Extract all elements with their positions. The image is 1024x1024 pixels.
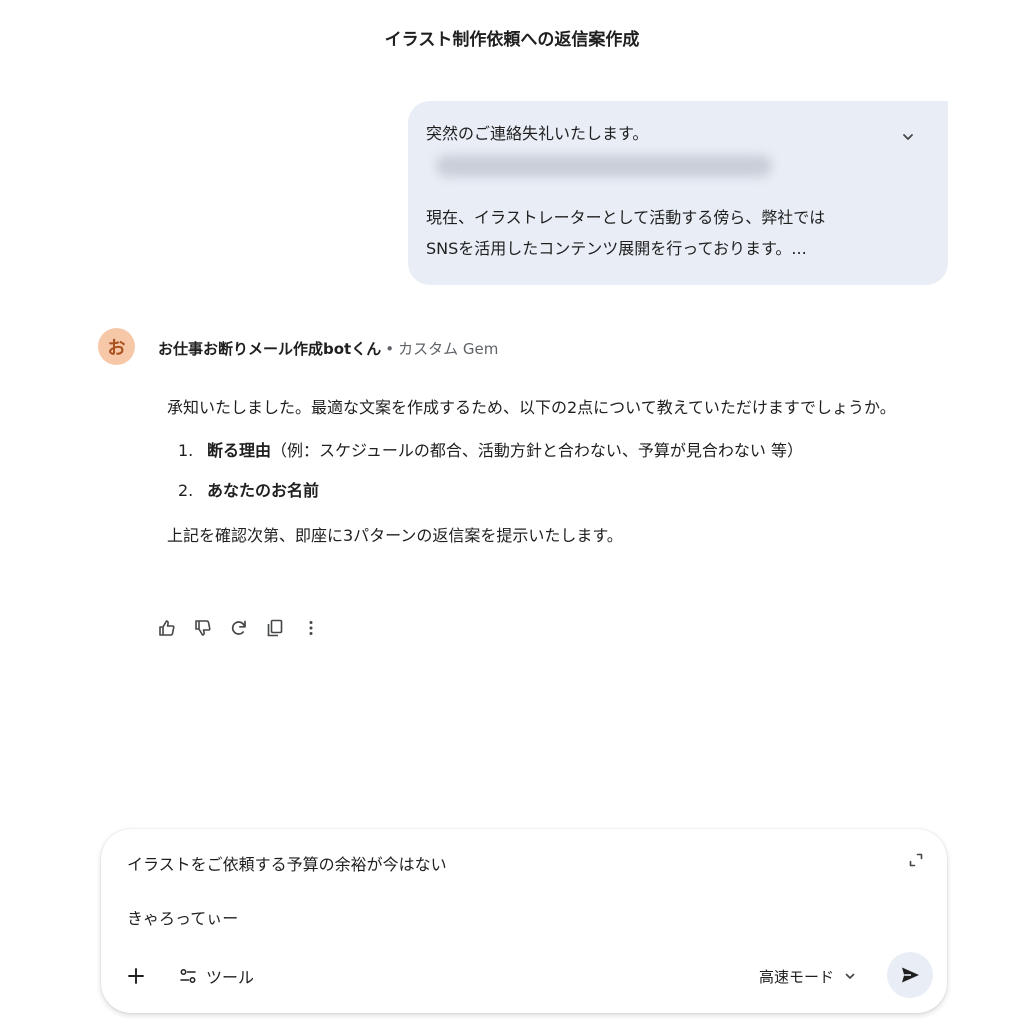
- response-closing: 上記を確認次第、即座に3パターンの返信案を提示いたします。: [167, 526, 623, 545]
- response-actions: [156, 617, 322, 639]
- bot-separator: •: [385, 340, 395, 358]
- expand-icon: [909, 853, 923, 867]
- tools-icon: [180, 969, 196, 983]
- more-options-button[interactable]: [300, 617, 322, 639]
- user-message-line: 突然のご連絡失礼いたします。: [426, 124, 649, 143]
- list-item: 2. あなたのお名前: [167, 471, 937, 511]
- thumbs-down-button[interactable]: [192, 617, 214, 639]
- copy-icon: [267, 619, 283, 637]
- send-button[interactable]: [887, 952, 933, 998]
- bot-tag: カスタム Gem: [398, 340, 499, 358]
- chevron-down-icon: [903, 134, 913, 140]
- list-number: 2.: [178, 481, 194, 500]
- user-message-line: 現在、イラストレーターとして活動する傍ら、弊社では: [426, 208, 826, 227]
- list-item-bold: 断る理由: [207, 441, 272, 460]
- plus-icon: [128, 968, 144, 984]
- prompt-input-line[interactable]: きゃろってぃー: [127, 905, 867, 933]
- tools-label: ツール: [206, 968, 255, 987]
- regenerate-button[interactable]: [228, 617, 250, 639]
- user-message-line: SNSを活用したコンテンツ展開を行っております。...: [426, 239, 807, 258]
- page-title: イラスト制作依頼への返信案作成: [384, 30, 640, 50]
- fullscreen-button[interactable]: [907, 851, 925, 869]
- bot-name-row: お仕事お断りメール作成botくん • カスタム Gem: [158, 338, 498, 359]
- copy-button[interactable]: [264, 617, 286, 639]
- prompt-composer: イラストをご依頼する予算の余裕が今はない きゃろってぃー ツール 高速モード: [101, 829, 947, 1013]
- user-message-bubble: 突然のご連絡失礼いたします。 現在、イラストレーターとして活動する傍ら、弊社では…: [408, 101, 948, 285]
- mode-label: 高速モード: [759, 967, 835, 986]
- chevron-down-icon: [845, 973, 855, 979]
- add-attachment-button[interactable]: [123, 963, 149, 989]
- bot-avatar: お: [98, 328, 135, 365]
- tools-button[interactable]: ツール: [178, 963, 254, 989]
- expand-message-button[interactable]: [896, 125, 920, 149]
- refresh-icon: [231, 620, 246, 635]
- thumbs-up-button[interactable]: [156, 617, 178, 639]
- list-item-text: （例：スケジュールの都合、活動方針と合わない、予算が見合わない 等）: [271, 441, 803, 460]
- response-intro: 承知いたしました。最適な文案を作成するため、以下の2点について教えていただけます…: [167, 398, 896, 417]
- list-item-bold: あなたのお名前: [207, 481, 320, 500]
- list-number: 1.: [178, 441, 194, 460]
- mode-selector[interactable]: 高速モード: [759, 963, 856, 989]
- response-list: 1. 断る理由（例：スケジュールの都合、活動方針と合わない、予算が見合わない 等）…: [167, 431, 937, 511]
- prompt-input[interactable]: イラストをご依頼する予算の余裕が今はない きゃろってぃー: [127, 851, 867, 933]
- bot-name: お仕事お断りメール作成botくん: [158, 340, 382, 358]
- redacted-text: [436, 155, 772, 177]
- more-vertical-icon: [309, 621, 313, 635]
- list-item: 1. 断る理由（例：スケジュールの都合、活動方針と合わない、予算が見合わない 等）: [167, 431, 937, 471]
- thumbs-up-icon: [159, 620, 175, 636]
- prompt-input-line[interactable]: イラストをご依頼する予算の余裕が今はない: [127, 851, 867, 879]
- bot-response: 承知いたしました。最適な文案を作成するため、以下の2点について教えていただけます…: [167, 392, 937, 551]
- send-icon: [902, 967, 919, 983]
- thumbs-down-icon: [195, 620, 211, 636]
